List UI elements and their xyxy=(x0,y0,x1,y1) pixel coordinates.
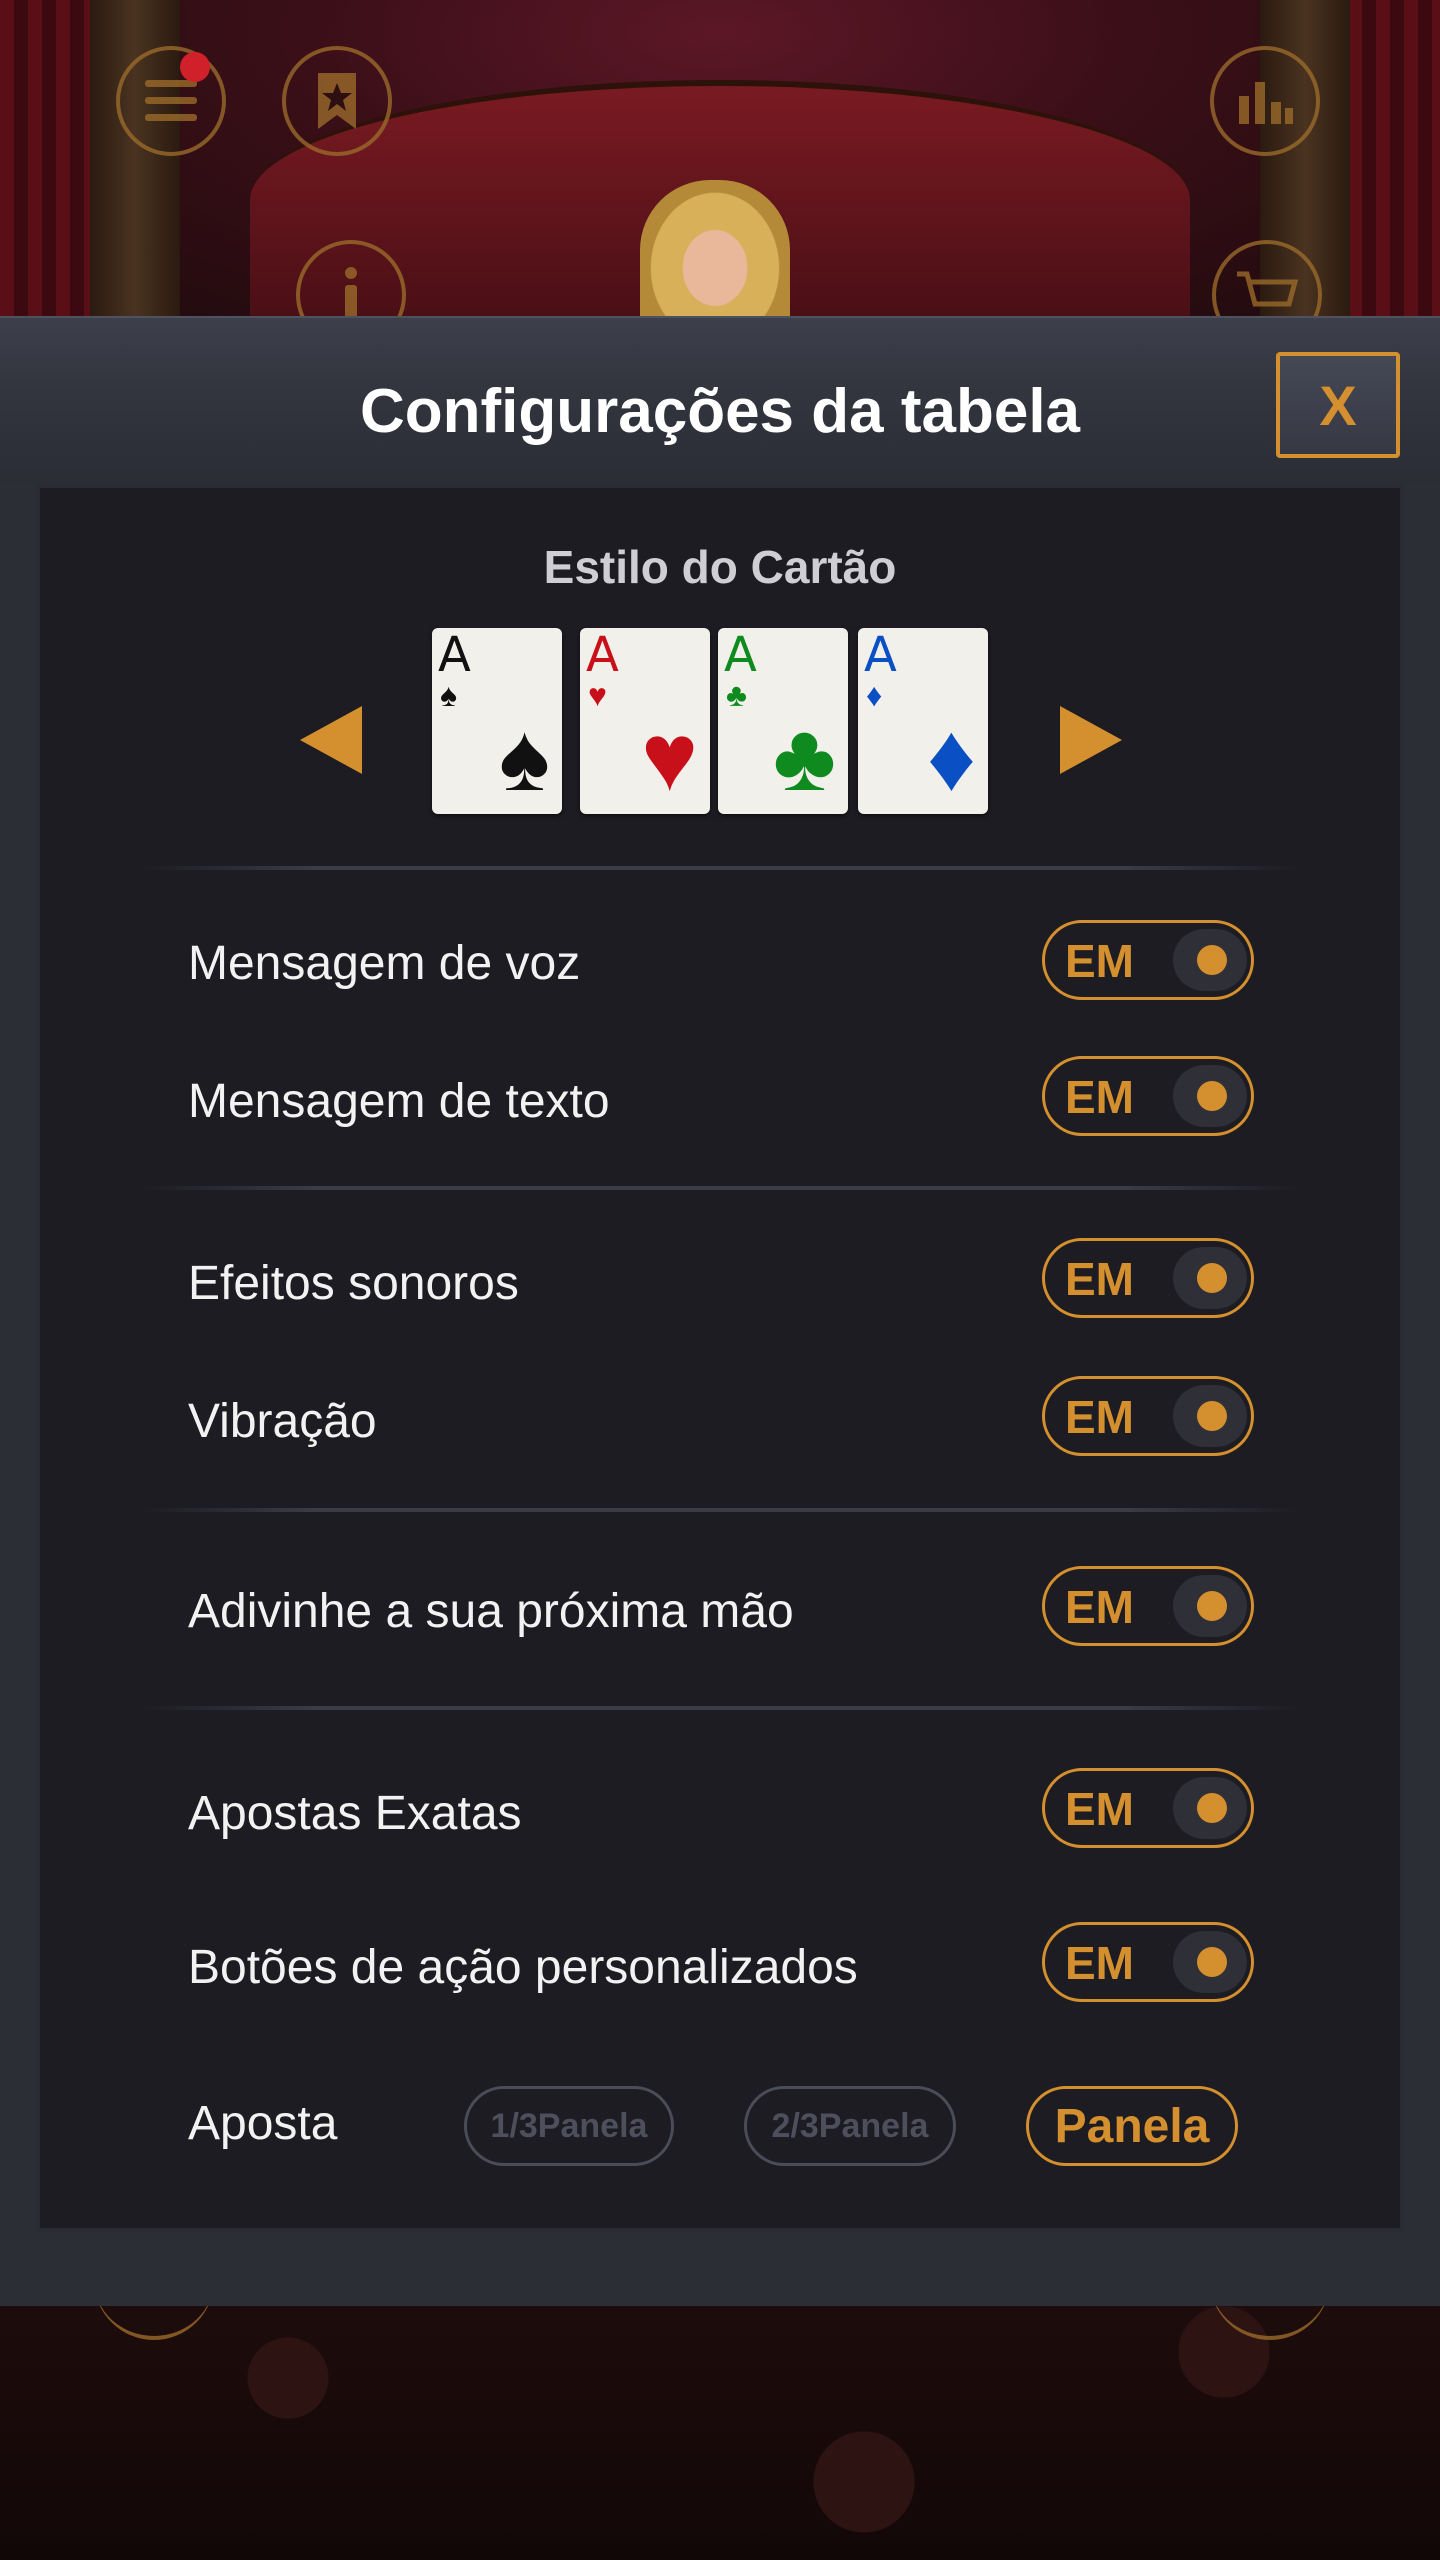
card-rank: A xyxy=(724,628,757,683)
club-icon: ♣ xyxy=(726,677,747,713)
card-rank: A xyxy=(864,628,897,683)
bet-two-thirds-pot-button[interactable]: 2/3Panela xyxy=(744,2086,956,2166)
guess-next-hand-toggle[interactable]: EM xyxy=(1042,1566,1254,1646)
prev-card-style-arrow[interactable] xyxy=(300,706,362,774)
text-message-toggle[interactable]: EM xyxy=(1042,1056,1254,1136)
setting-label-voice-message: Mensagem de voz xyxy=(188,937,581,990)
stats-icon[interactable] xyxy=(1210,46,1320,156)
heart-icon: ♥ xyxy=(641,704,698,811)
dealer-avatar xyxy=(640,180,790,330)
vibration-toggle[interactable]: EM xyxy=(1042,1376,1254,1456)
setting-label-vibration: Vibração xyxy=(188,1395,377,1448)
card-ace-spades[interactable]: A ♠ ♠ xyxy=(432,628,562,814)
divider xyxy=(140,866,1300,870)
setting-label-exact-bets: Apostas Exatas xyxy=(188,1787,522,1840)
close-button[interactable]: X xyxy=(1276,352,1400,458)
toggle-state: EM xyxy=(1065,935,1134,987)
toggle-knob xyxy=(1197,1401,1227,1431)
card-rank: A xyxy=(586,628,619,683)
toggle-knob xyxy=(1197,1263,1227,1293)
toggle-state: EM xyxy=(1065,1391,1134,1443)
toggle-knob xyxy=(1197,1081,1227,1111)
modal-title: Configurações da tabela xyxy=(359,377,1081,446)
toggle-knob xyxy=(1197,1591,1227,1621)
bookmark-icon[interactable] xyxy=(282,46,392,156)
exact-bets-toggle[interactable]: EM xyxy=(1042,1768,1254,1848)
sound-effects-toggle[interactable]: EM xyxy=(1042,1238,1254,1318)
heart-icon: ♥ xyxy=(588,677,607,713)
toggle-state: EM xyxy=(1065,1581,1134,1633)
card-ace-diamonds[interactable]: A ♦ ♦ xyxy=(858,628,988,814)
divider xyxy=(140,1508,1300,1512)
toggle-knob xyxy=(1197,1947,1227,1977)
diamond-icon: ♦ xyxy=(927,704,976,811)
divider xyxy=(140,1706,1300,1710)
custom-action-buttons-toggle[interactable]: EM xyxy=(1042,1922,1254,2002)
toggle-knob xyxy=(1197,1793,1227,1823)
diamond-icon: ♦ xyxy=(866,677,883,713)
club-icon: ♣ xyxy=(773,704,836,811)
card-ace-clubs[interactable]: A ♣ ♣ xyxy=(718,628,848,814)
toggle-state: EM xyxy=(1065,1071,1134,1123)
bet-one-third-pot-button[interactable]: 1/3Panela xyxy=(464,2086,674,2166)
card-style-title: Estilo do Cartão xyxy=(543,541,897,593)
spade-icon: ♠ xyxy=(440,677,457,713)
spade-icon: ♠ xyxy=(499,704,550,811)
modal-header: Configurações da tabela X xyxy=(0,316,1440,484)
toggle-knob xyxy=(1197,945,1227,975)
voice-message-toggle[interactable]: EM xyxy=(1042,920,1254,1000)
divider xyxy=(140,1186,1300,1190)
setting-label-guess-next-hand: Adivinhe a sua próxima mão xyxy=(188,1585,794,1638)
card-ace-hearts[interactable]: A ♥ ♥ xyxy=(580,628,710,814)
notification-dot xyxy=(180,52,210,82)
toggle-state: EM xyxy=(1065,1253,1134,1305)
setting-label-text-message: Mensagem de texto xyxy=(188,1075,610,1128)
setting-label-sound-effects: Efeitos sonoros xyxy=(188,1257,519,1310)
game-table-background xyxy=(0,0,1440,330)
toggle-state: EM xyxy=(1065,1783,1134,1835)
setting-label-custom-action-buttons: Botões de ação personalizados xyxy=(188,1941,858,1994)
next-card-style-arrow[interactable] xyxy=(1060,706,1122,774)
card-rank: A xyxy=(438,628,471,683)
bet-label: Aposta xyxy=(188,2097,338,2150)
floor-background xyxy=(0,2300,1440,2560)
bet-pot-button[interactable]: Panela xyxy=(1026,2086,1238,2166)
toggle-state: EM xyxy=(1065,1937,1134,1989)
